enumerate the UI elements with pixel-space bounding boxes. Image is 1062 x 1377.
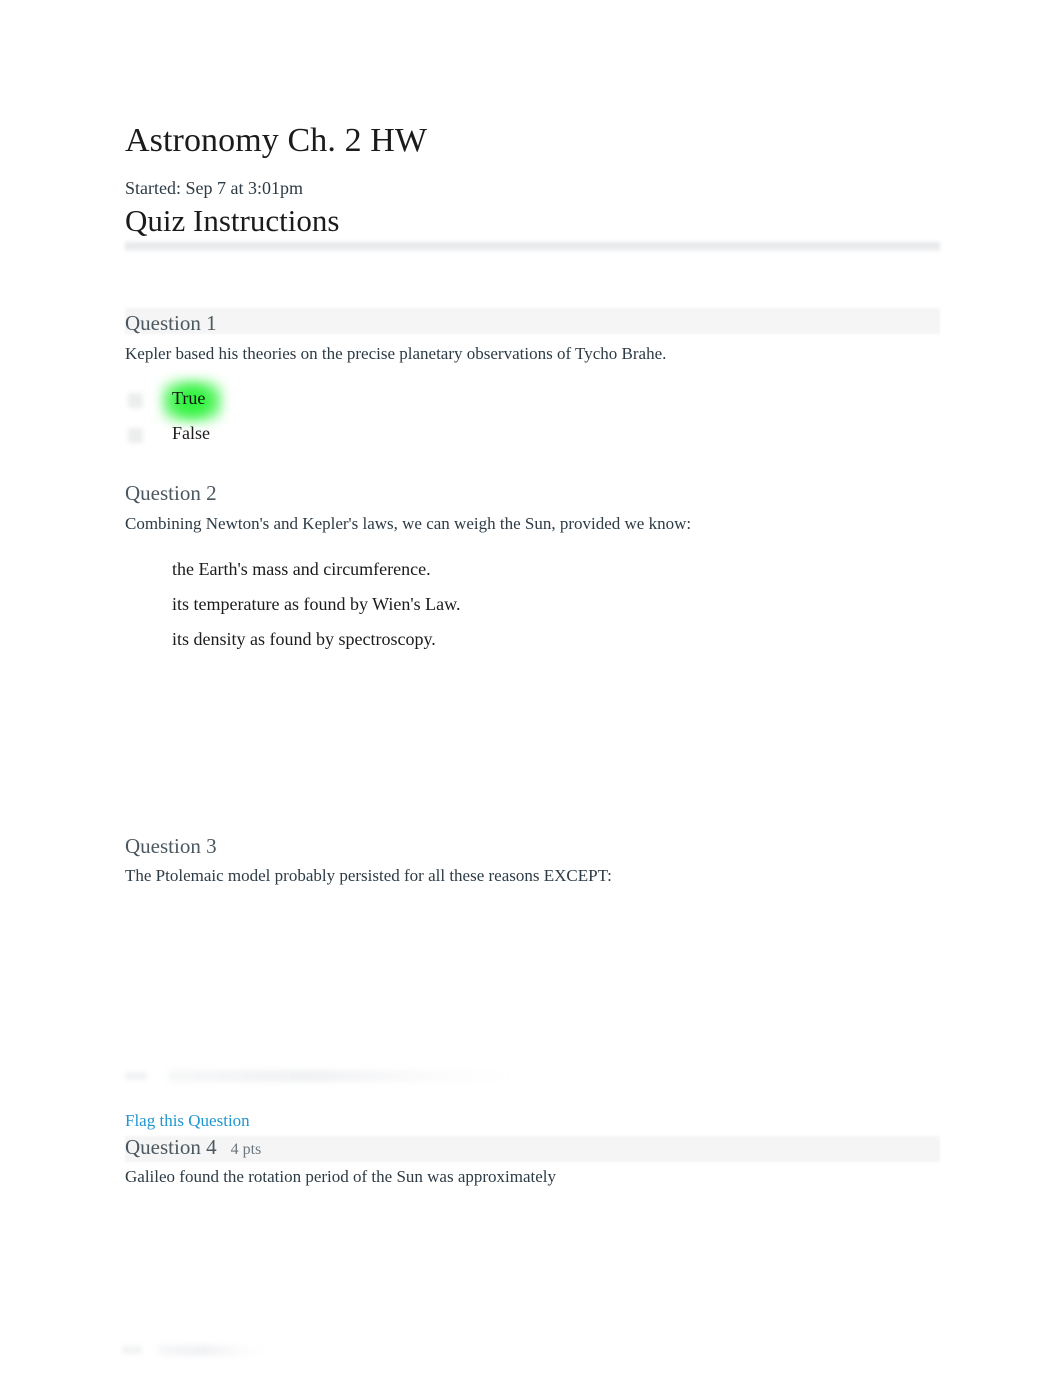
question-prompt-4: Galileo found the rotation period of the… xyxy=(125,1167,557,1186)
question-title-label-3: Question 3 xyxy=(125,834,217,858)
answer-option-2-2[interactable]: its density as found by spectroscopy. xyxy=(172,629,436,650)
quiz-page: Astronomy Ch. 2 HW Started: Sep 7 at 3:0… xyxy=(0,0,1062,1377)
question-title-4: Question 4 4 pts xyxy=(125,1135,261,1160)
flag-this-question-link[interactable]: Flag this Question xyxy=(125,1111,250,1131)
answer-option-2-0[interactable]: the Earth's mass and circumference. xyxy=(172,559,431,580)
radio-button-icon[interactable] xyxy=(128,393,143,408)
answer-label-1-1[interactable]: False xyxy=(172,423,210,444)
answer-label-1-0[interactable]: True xyxy=(172,388,205,409)
faded-content-row xyxy=(168,1070,518,1082)
faded-content-chip xyxy=(125,1072,147,1080)
instructions-divider xyxy=(125,240,940,253)
question-title-3: Question 3 xyxy=(125,834,217,859)
quiz-instructions-heading: Quiz Instructions xyxy=(125,203,340,238)
question-title-1: Question 1 xyxy=(125,311,217,336)
question-title-2: Question 2 xyxy=(125,481,217,506)
question-title-label-4: Question 4 xyxy=(125,1135,217,1159)
faded-bottom-row xyxy=(158,1345,268,1356)
answer-option-1-1[interactable]: False xyxy=(125,423,425,451)
question-prompt-3: The Ptolemaic model probably persisted f… xyxy=(125,866,612,885)
faded-bottom-chip xyxy=(122,1346,142,1354)
answer-option-1-0[interactable]: True xyxy=(125,379,425,423)
quiz-started-timestamp: Started: Sep 7 at 3:01pm xyxy=(125,178,303,198)
question-title-label-1: Question 1 xyxy=(125,311,217,335)
question-prompt-1: Kepler based his theories on the precise… xyxy=(125,344,667,363)
question-header-band-1 xyxy=(125,308,940,334)
question-title-label-2: Question 2 xyxy=(125,481,217,505)
radio-button-icon[interactable] xyxy=(128,428,143,443)
question-points-4: 4 pts xyxy=(230,1141,262,1158)
question-prompt-2: Combining Newton's and Kepler's laws, we… xyxy=(125,514,692,533)
answer-option-2-1[interactable]: its temperature as found by Wien's Law. xyxy=(172,594,460,615)
page-title: Astronomy Ch. 2 HW xyxy=(125,122,428,159)
